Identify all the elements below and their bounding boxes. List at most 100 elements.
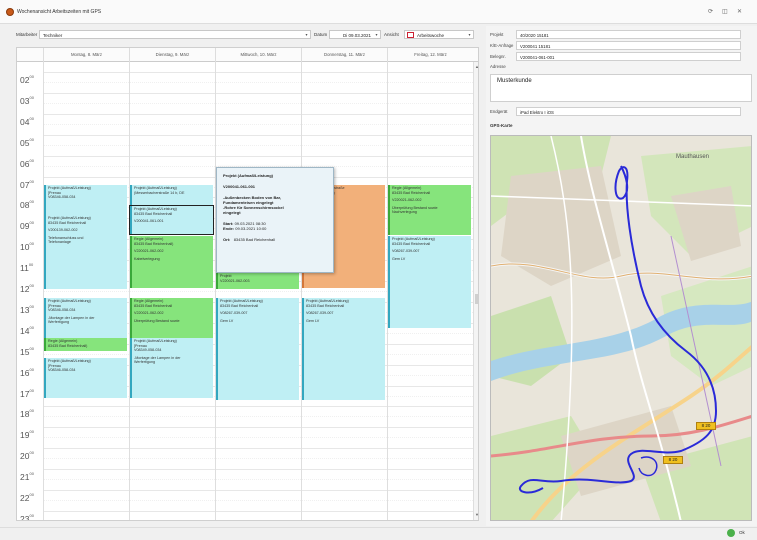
calendar-event[interactable]: Projekt V220021-062-003 xyxy=(216,273,299,289)
day-column-divider xyxy=(473,62,474,520)
half-hour-gridline xyxy=(43,102,473,104)
calendar-event[interactable]: Projekt (Aufmaß/Leistung) 83435 Bad Reich… xyxy=(129,205,214,235)
hour-label: 1600 xyxy=(20,366,34,378)
chevron-down-icon[interactable]: ▾ xyxy=(373,31,380,38)
scroll-thumb[interactable] xyxy=(475,294,478,304)
event-line: Werfertigung xyxy=(134,360,156,365)
day-header-thursday[interactable]: Donnerstag, 11. März xyxy=(301,48,387,62)
ansicht-select[interactable]: Arbeitswoche ▾ xyxy=(404,30,474,39)
half-hour-gridline xyxy=(43,458,473,460)
calendar-event[interactable]: Projekt (Aufmaß/Leistung) [Prenau V08346-0… xyxy=(44,358,127,398)
hour-label: 2000 xyxy=(20,450,34,462)
close-icon[interactable]: ✕ xyxy=(737,8,742,15)
hour-label: 0500 xyxy=(20,136,34,148)
event-line: V200041-061-001 xyxy=(134,219,164,224)
beleg-field[interactable]: V200041-061-001 xyxy=(516,52,741,61)
tooltip-ende-value: 09.03.2021 10:00 xyxy=(235,226,267,231)
adresse-label: Adresse xyxy=(490,64,506,69)
ansicht-label: Ansicht xyxy=(384,32,399,37)
hour-label: 1000 xyxy=(20,241,34,253)
app-icon xyxy=(6,8,14,16)
calendar-event[interactable]: Regie (Allgemein) 83435 Bad Reichenhall) V… xyxy=(130,236,213,288)
hour-label: 1300 xyxy=(20,303,34,315)
scroll-down-icon[interactable]: ▼ xyxy=(475,512,478,517)
chevron-down-icon[interactable]: ▾ xyxy=(303,31,310,38)
tooltip-ort-value: 83435 Bad Reichenhall xyxy=(233,237,276,242)
map-marker-1[interactable]: 8 20 xyxy=(696,422,716,430)
anfrage-field[interactable]: V200041 15181 xyxy=(516,41,741,50)
hour-label: 0200 xyxy=(20,74,34,85)
hour-label: 0800 xyxy=(20,199,34,211)
maximize-icon[interactable]: ◫ xyxy=(722,8,728,15)
calendar-event[interactable]: Regie (Allgemein) 83435 Bad Reichenhall V2… xyxy=(388,185,471,235)
map-canvas: Mauthausen xyxy=(491,136,751,520)
endgeraet-label: Endgerät xyxy=(490,109,508,114)
mitarbeiter-field[interactable]: Techniker ▾ xyxy=(39,30,311,39)
event-line: Gem LV xyxy=(306,318,320,323)
day-header-monday[interactable]: Montag, 8. März xyxy=(43,48,129,62)
title-bar: Wochenansicht Arbeitszeiten mit GPS ⟳ ◫ … xyxy=(0,0,757,24)
event-line: Nachverlegung xyxy=(392,210,417,215)
calendar-event[interactable]: Projekt (Aufmaß/Leistung) 83435 Bad Reich… xyxy=(302,298,385,400)
ansicht-value: Arbeitswoche xyxy=(417,33,445,38)
hour-label: 2300 xyxy=(20,512,34,521)
half-hour-gridline xyxy=(43,479,473,481)
gps-map[interactable]: Mauthausen 8 20 8 20 xyxy=(490,135,752,521)
datum-field[interactable]: Di 09.03.2021 ▾ xyxy=(329,30,381,39)
hour-label: 1100 xyxy=(20,262,34,274)
week-calendar: Montag, 8. März Dienstag, 9. März Mittwo… xyxy=(16,47,479,521)
datum-value: Di 09.03.2021 xyxy=(342,33,371,38)
mitarbeiter-value: Techniker xyxy=(43,33,63,38)
projekt-field[interactable]: 40/2020 15181 xyxy=(516,30,741,39)
restore-icon[interactable]: ⟳ xyxy=(708,8,713,15)
projekt-label: Projekt xyxy=(490,32,504,37)
tooltip-title: Projekt (Aufmaß/Leistung) xyxy=(223,173,274,178)
time-column: 0200 0300 0400 0500 0600 0700 0800 0900 1000 1100… xyxy=(17,62,43,521)
hour-label: 2100 xyxy=(20,471,34,483)
day-column-divider xyxy=(215,62,216,520)
event-line: Telefonanlage xyxy=(48,240,71,245)
calendar-icon xyxy=(407,32,414,38)
event-line: V220021-062-003 xyxy=(220,278,250,283)
calendar-header: Montag, 8. März Dienstag, 9. März Mittwo… xyxy=(17,48,478,62)
hour-gridline xyxy=(43,448,473,450)
calendar-event[interactable]: Projekt (Aufmaß/Leistung) 83435 Bad Reich… xyxy=(388,236,471,328)
hour-label: 0700 xyxy=(20,178,34,190)
half-hour-gridline xyxy=(43,437,473,439)
calendar-event[interactable]: Regie (Allgemein) 83435 Bad Reichenhall V2… xyxy=(130,298,213,338)
half-hour-gridline xyxy=(43,123,473,125)
beleg-label: Belegnr. xyxy=(490,54,506,59)
hour-gridline xyxy=(43,72,473,73)
town-label: Mauthausen xyxy=(676,154,709,160)
day-header-friday[interactable]: Freitag, 12. März xyxy=(387,48,473,62)
event-line: V08346-058-034 xyxy=(48,195,76,200)
hour-gridline xyxy=(43,490,473,491)
check-icon xyxy=(727,529,735,537)
map-marker-2[interactable]: 8 20 xyxy=(663,456,683,464)
event-tooltip: Projekt (Aufmaß/Leistung) V200041-061-00… xyxy=(216,167,334,273)
calendar-event[interactable]: Projekt (Aufmaß/Leistung) (Messerbacherst… xyxy=(130,185,213,205)
calendar-event[interactable]: Regie (Allgemein) 83435 Bad Reichenhall) xyxy=(44,338,127,351)
chevron-down-icon[interactable]: ▾ xyxy=(466,31,473,38)
endgeraet-field[interactable]: iPad Elektro I iOS xyxy=(516,107,741,116)
half-hour-gridline xyxy=(43,82,473,83)
hour-gridline xyxy=(43,92,473,94)
calendar-event[interactable]: Projekt (Aufmaß/Leistung) 83435 Bad Reich… xyxy=(44,215,127,289)
calendar-event[interactable]: Projekt (Aufmaß/Leistung) [Prenau V08346-0… xyxy=(44,298,127,338)
day-column-divider xyxy=(43,62,44,520)
adresse-field[interactable]: Musterkunde xyxy=(490,74,752,102)
day-header-tuesday[interactable]: Dienstag, 9. März xyxy=(129,48,215,62)
hour-label: 1200 xyxy=(20,283,34,294)
tooltip-ort-label: Ort: xyxy=(223,237,231,242)
day-column-divider xyxy=(301,62,302,520)
half-hour-gridline xyxy=(43,144,473,146)
scroll-up-icon[interactable]: ▲ xyxy=(475,64,478,69)
day-header-wednesday[interactable]: Mittwoch, 10. März xyxy=(215,48,301,62)
datum-label: Datum xyxy=(314,32,328,37)
ok-button[interactable]: Ok xyxy=(739,530,745,535)
calendar-event[interactable]: Projekt (Aufmaß/Leistung) 83435 Bad Reich… xyxy=(216,298,299,400)
hour-label: 2200 xyxy=(20,492,34,503)
anfrage-label: K/E-Anfrage xyxy=(490,43,514,48)
calendar-event[interactable]: Projekt (Aufmaß/Leistung) [Prenau V08349-0… xyxy=(130,338,213,398)
half-hour-gridline xyxy=(43,500,473,501)
